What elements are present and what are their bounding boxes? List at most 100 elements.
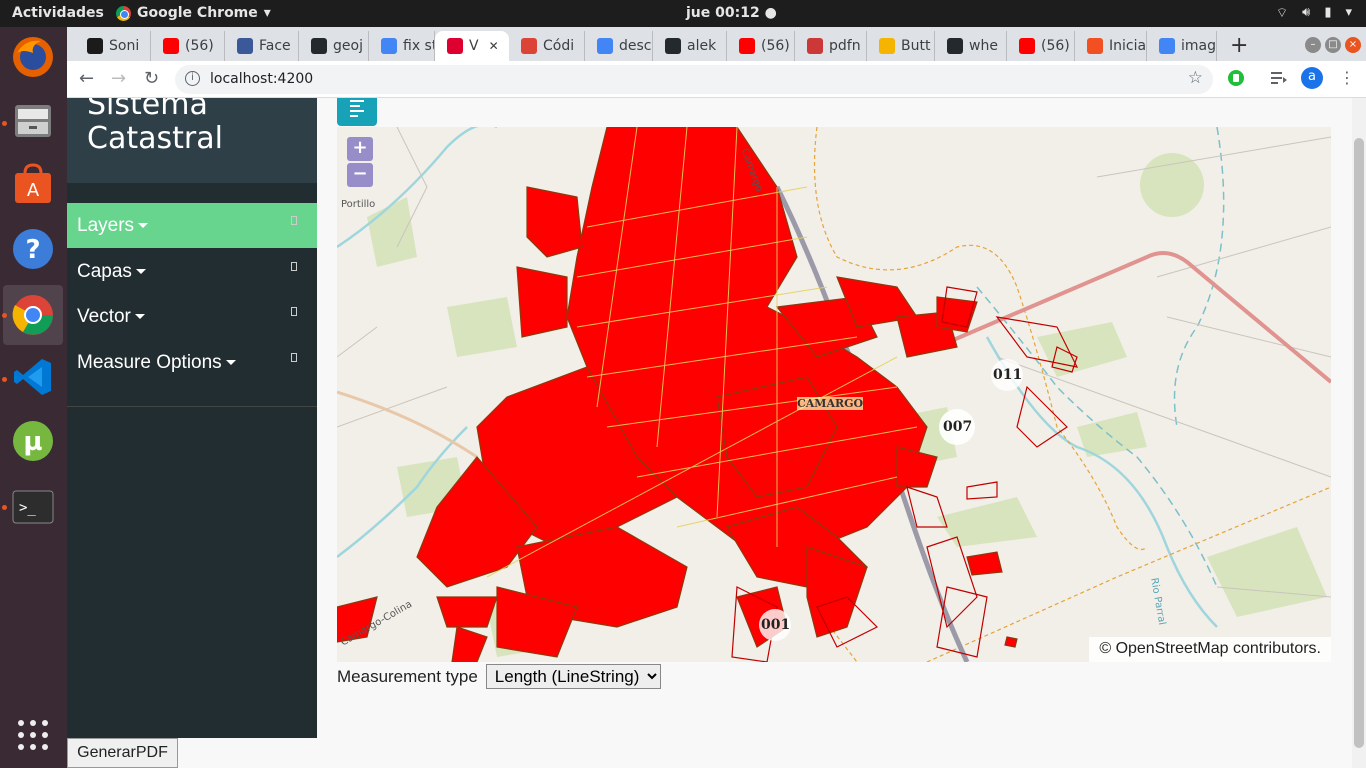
more-menu-icon[interactable]: ⋮ (1339, 68, 1355, 87)
menu-measure-options-label: Measure Options (77, 352, 222, 373)
maximize-button[interactable]: □ (1325, 37, 1341, 53)
generate-pdf-button[interactable]: GenerarPDF (67, 738, 178, 768)
browser-tab[interactable]: imag (1147, 31, 1217, 61)
profile-initial: a (1308, 69, 1316, 84)
clock[interactable]: jue 00:12 ● (686, 5, 777, 21)
info-icon[interactable]: i (185, 71, 200, 86)
chrome-icon (116, 5, 131, 21)
address-bar[interactable]: i localhost:4200 ☆ (175, 65, 1213, 94)
running-indicator (2, 505, 7, 510)
tab-label: alek (687, 38, 717, 54)
svg-text:?: ? (25, 235, 40, 265)
clock-text: jue 00:12 (686, 5, 760, 21)
profile-avatar[interactable]: a (1301, 67, 1323, 93)
npm-icon (807, 38, 823, 54)
brand-line-1: Sistema (87, 98, 208, 122)
map-canvas (337, 127, 1331, 662)
browser-tab[interactable]: alek (653, 31, 727, 61)
brand-line-2: Catastral (87, 121, 223, 156)
scrollbar-thumb[interactable] (1354, 138, 1364, 748)
menu-glyph-icon (291, 262, 297, 271)
caret-down-icon (138, 223, 149, 229)
menu-capas[interactable]: Capas (67, 249, 317, 294)
browser-tab[interactable]: Soni (75, 31, 151, 61)
browser-tab[interactable]: (56) (151, 31, 225, 61)
svg-text:µ: µ (23, 427, 42, 457)
browser-tab[interactable]: Inicia (1075, 31, 1147, 61)
chevron-down-icon: ▾ (263, 5, 271, 21)
zoom-control: + − (347, 137, 373, 189)
chrome-icon[interactable] (3, 285, 63, 345)
browser-tab[interactable]: Face (225, 31, 299, 61)
shield-icon (879, 38, 895, 54)
google-icon (597, 38, 613, 54)
browser-tab[interactable]: Butt (867, 31, 935, 61)
system-tray[interactable]: ⌔ 🔊︎ ▮ ▾ (1276, 5, 1352, 21)
browser-tab[interactable]: V ✕ (435, 31, 509, 61)
help-icon[interactable]: ? (9, 225, 57, 273)
vscode-icon[interactable] (9, 353, 57, 401)
menu-glyph-icon (291, 353, 297, 362)
system-top-bar: Actividades Google Chrome ▾ jue 00:12 ● … (0, 0, 1366, 27)
running-indicator (2, 377, 7, 382)
tab-label: (56) (185, 38, 214, 54)
files-icon[interactable] (9, 97, 57, 145)
youtube-icon (163, 38, 179, 54)
facebook-icon (237, 38, 253, 54)
activities-button[interactable]: Actividades (12, 5, 104, 21)
page-scrollbar[interactable] (1352, 98, 1366, 768)
back-button[interactable]: ← (79, 68, 94, 89)
close-window-button[interactable]: × (1345, 37, 1361, 53)
browser-tab[interactable]: fix st (369, 31, 435, 61)
browser-tab[interactable]: Códi (509, 31, 585, 61)
browser-tab[interactable]: (56) (727, 31, 795, 61)
svg-text:>_: >_ (19, 500, 36, 516)
running-indicator (2, 313, 7, 318)
svg-text:A: A (27, 180, 40, 201)
caret-down-icon (135, 269, 146, 275)
tab-label: geoj (333, 38, 363, 54)
measurement-controls: Measurement type Length (LineString) (337, 664, 661, 689)
menu-vector[interactable]: Vector (67, 294, 317, 339)
menu-vector-label: Vector (77, 306, 131, 327)
tab-label: V (469, 38, 479, 54)
utorrent-icon[interactable]: µ (9, 417, 57, 465)
zoom-out-button[interactable]: − (347, 163, 373, 187)
software-center-icon[interactable]: A (9, 161, 57, 209)
menu-measure-options[interactable]: Measure Options (67, 340, 317, 385)
browser-tab[interactable]: pdfn (795, 31, 867, 61)
extension-green-icon[interactable] (1227, 69, 1245, 91)
brand-title: Sistema Catastral (67, 98, 317, 183)
new-tab-button[interactable]: + (1230, 33, 1248, 58)
tab-label: desc (619, 38, 652, 54)
tab-label: (56) (761, 38, 790, 54)
map-viewport[interactable]: CAMARGO Camargo Camargo-Colina Portillo … (337, 127, 1331, 662)
menu-layers[interactable]: Layers (67, 203, 317, 248)
browser-tab[interactable]: whe (935, 31, 1007, 61)
zoom-in-button[interactable]: + (347, 137, 373, 161)
hamburger-line (350, 105, 360, 107)
app-grid-icon[interactable] (9, 711, 57, 759)
minimize-button[interactable]: – (1305, 37, 1321, 53)
c-logo-icon (87, 38, 103, 54)
media-queue-icon[interactable] (1270, 69, 1288, 91)
measurement-type-select[interactable]: Length (LineString) (485, 664, 661, 689)
hamburger-line (350, 115, 358, 117)
sidebar-toggle-button[interactable] (337, 98, 377, 126)
menu-glyph-icon (291, 216, 297, 225)
browser-tab[interactable]: (56) (1007, 31, 1075, 61)
browser-tab[interactable]: geoj (299, 31, 369, 61)
reload-button[interactable]: ↻ (144, 68, 159, 89)
chrome-icon (521, 38, 537, 54)
terminal-icon[interactable]: >_ (9, 483, 57, 531)
forward-button[interactable]: → (111, 68, 126, 89)
map-badge-011: 011 (993, 367, 1023, 383)
tab-label: (56) (1041, 38, 1070, 54)
google-icon (381, 38, 397, 54)
bookmark-star-icon[interactable]: ☆ (1188, 68, 1203, 88)
app-menu[interactable]: Google Chrome ▾ (116, 5, 271, 21)
firefox-icon[interactable] (9, 33, 57, 81)
browser-tab[interactable]: desc (585, 31, 653, 61)
close-tab-icon[interactable]: ✕ (489, 39, 499, 53)
tab-label: whe (969, 38, 998, 54)
